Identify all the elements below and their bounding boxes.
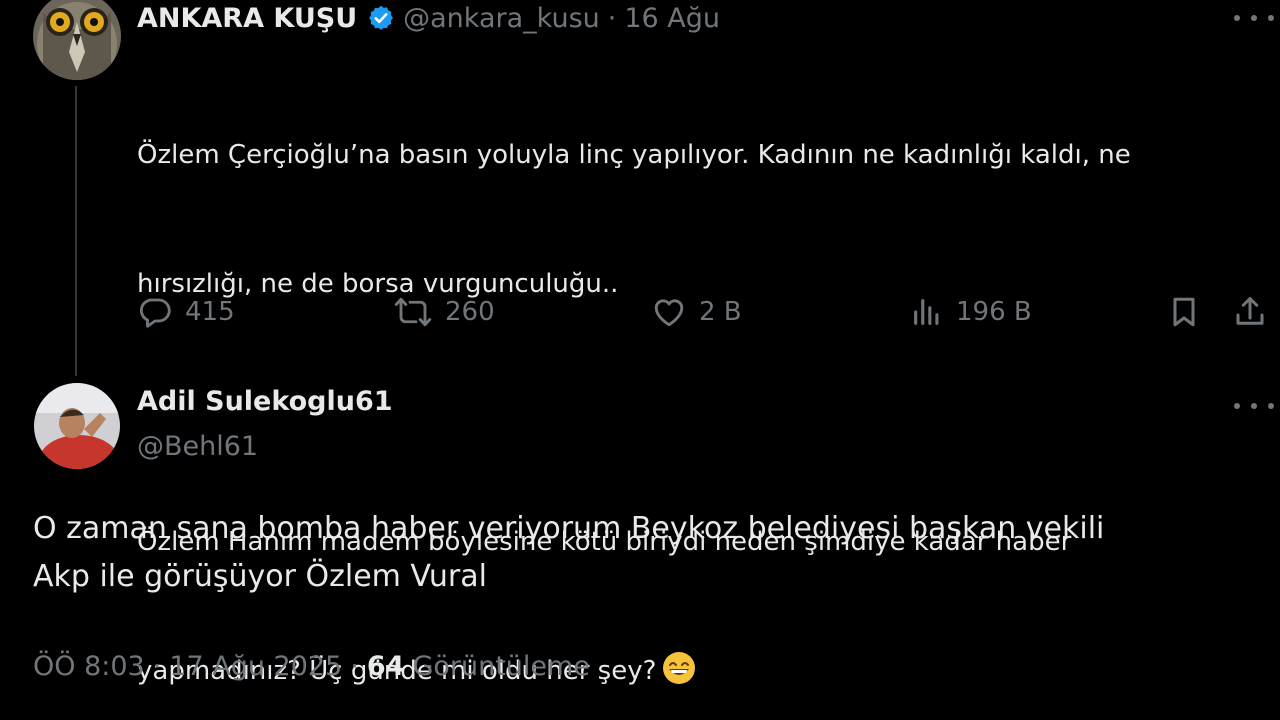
reply-time[interactable]: ÖÖ 8:03 xyxy=(33,651,145,682)
reply-icon xyxy=(137,294,173,330)
author-handle[interactable]: @ankara_kusu xyxy=(403,3,600,34)
reply-author-handle[interactable]: @Behl61 xyxy=(137,431,258,462)
retweet-count: 260 xyxy=(445,297,495,327)
reply-meta: ÖÖ 8:03 · 17 Ağu 2025 · 64 Görüntüleme xyxy=(33,646,590,686)
share-button[interactable] xyxy=(1232,292,1268,332)
heart-icon xyxy=(651,294,687,330)
bookmark-button[interactable] xyxy=(1166,292,1202,332)
tweet-text-line: Özlem Çerçioğlu’na basın yoluyla linç ya… xyxy=(137,140,1131,170)
like-button[interactable]: 2 B xyxy=(651,292,742,332)
retweet-button[interactable]: 260 xyxy=(393,292,495,332)
reply-author-display-name[interactable]: Adil Sulekoglu61 xyxy=(137,386,393,417)
bookmark-icon xyxy=(1166,294,1202,330)
share-icon xyxy=(1232,294,1268,330)
dot-separator: · xyxy=(152,650,162,682)
retweet-icon xyxy=(393,294,433,330)
reply-author-avatar[interactable] xyxy=(34,383,120,469)
dot-separator: · xyxy=(607,2,617,34)
tweet-date[interactable]: 16 Ağu xyxy=(624,3,720,34)
tweet-header: ANKARA KUŞU @ankara_kusu · 16 Ağu xyxy=(137,0,720,42)
reply-date[interactable]: 17 Ağu 2025 xyxy=(169,651,342,682)
more-options-icon[interactable] xyxy=(1234,8,1274,28)
views-button[interactable]: 196 B xyxy=(910,292,1032,332)
tweet-text: Özlem Çerçioğlu’na basın yoluyla linç ya… xyxy=(137,48,1267,720)
dot-separator: · xyxy=(350,650,359,682)
reply-text: O zaman sana bomba haber veriyorum Beyko… xyxy=(33,505,1263,601)
thread-connector-line xyxy=(75,86,77,376)
author-avatar[interactable] xyxy=(33,0,121,80)
verified-badge-icon xyxy=(367,4,395,32)
more-options-icon[interactable] xyxy=(1234,396,1274,416)
like-count: 2 B xyxy=(699,297,742,327)
views-chart-icon xyxy=(910,295,944,329)
view-label: Görüntüleme xyxy=(412,650,590,682)
views-count: 196 B xyxy=(956,297,1032,327)
reply-count: 415 xyxy=(185,297,235,327)
reply-text-line: Akp ile görüşüyor Özlem Vural xyxy=(33,559,487,594)
reply-text-line: O zaman sana bomba haber veriyorum Beyko… xyxy=(33,511,1105,546)
grinning-face-emoji-icon xyxy=(662,651,696,699)
reply-button[interactable]: 415 xyxy=(137,292,235,332)
author-display-name[interactable]: ANKARA KUŞU xyxy=(137,3,357,34)
view-count: 64 xyxy=(366,650,405,682)
